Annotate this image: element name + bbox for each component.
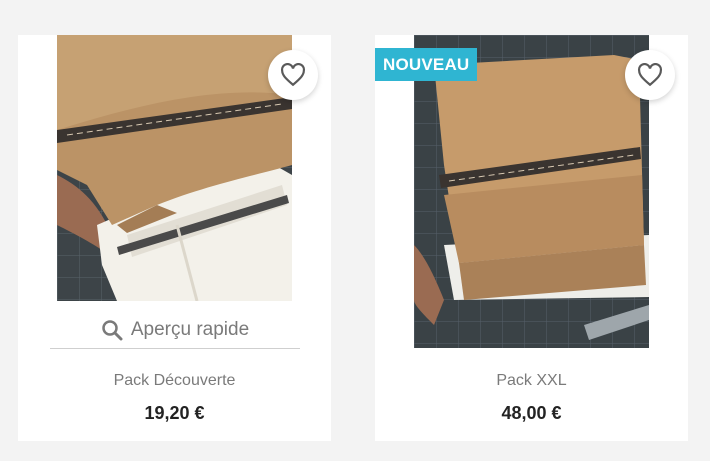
product-image[interactable] <box>57 35 292 301</box>
quick-view-label: Aperçu rapide <box>130 319 250 340</box>
search-icon <box>102 320 123 341</box>
product-grid: Aperçu rapide Pack Découverte 19,20 € NO… <box>0 0 710 461</box>
heart-icon <box>281 63 305 87</box>
product-title[interactable]: Pack Découverte <box>18 372 331 390</box>
heart-icon <box>638 63 662 87</box>
product-image[interactable] <box>414 35 649 348</box>
product-price: 48,00 € <box>501 403 562 423</box>
product-card-pack-decouverte[interactable]: Aperçu rapide Pack Découverte 19,20 € <box>18 35 331 441</box>
product-card-pack-xxl[interactable]: NOUVEAU Pack XXL 48,00 € <box>375 35 688 441</box>
quick-view-button[interactable]: Aperçu rapide <box>50 312 300 349</box>
add-to-wishlist-button[interactable] <box>625 50 675 100</box>
product-title[interactable]: Pack XXL <box>375 372 688 390</box>
new-badge: NOUVEAU <box>375 48 478 81</box>
product-price: 19,20 € <box>144 403 205 423</box>
add-to-wishlist-button[interactable] <box>268 50 318 100</box>
